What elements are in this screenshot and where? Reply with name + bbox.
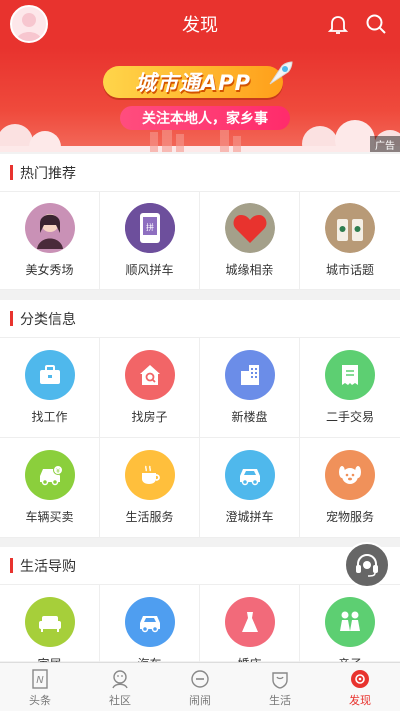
svg-text:拼: 拼 <box>146 222 154 232</box>
bottom-nav: N 头条 社区 闹闹 生活 发现 <box>0 662 400 711</box>
taxi-icon <box>224 450 275 500</box>
discover-icon <box>351 669 369 688</box>
grid-item-label: 二手交易 <box>325 410 374 424</box>
section-marker <box>10 165 13 180</box>
nav-label: 闹闹 <box>189 693 211 707</box>
page-title: 发现 <box>182 15 218 36</box>
banner-slogan: 关注本地人，家乡事 <box>120 106 290 130</box>
grid-item-find-house[interactable]: 找房子 <box>100 338 200 438</box>
svg-text:N: N <box>36 675 44 686</box>
sofa-icon <box>24 597 75 647</box>
grid-item-beauty-show[interactable]: 美女秀场 <box>0 192 100 290</box>
rocket-icon <box>266 61 293 88</box>
nav-label: 头条 <box>29 693 51 707</box>
section-header: 热门推荐 <box>0 154 400 192</box>
nav-item-chat[interactable]: 闹闹 <box>160 663 240 711</box>
life-icon <box>272 671 288 689</box>
grid-item-second-hand[interactable]: 二手交易 <box>300 338 400 438</box>
section-title: 生活导购 <box>20 558 76 575</box>
grid-item-label: 宠物服务 <box>325 510 374 524</box>
carpool-icon: 拼 <box>124 203 175 253</box>
section-marker <box>10 311 13 326</box>
coffee-topic-icon <box>325 203 375 253</box>
grid-item-new-building[interactable]: 新楼盘 <box>200 338 300 438</box>
grid-item-find-job[interactable]: 找工作 <box>0 338 100 438</box>
heart-date-icon <box>224 203 275 253</box>
briefcase-icon <box>24 350 75 400</box>
nav-item-news[interactable]: N 头条 <box>0 663 80 711</box>
nav-label: 发现 <box>349 693 371 707</box>
section-header: 生活导购 <box>0 547 400 585</box>
car-icon <box>124 597 175 647</box>
grid-item-label: 新楼盘 <box>231 410 268 424</box>
grid-item-car-trade[interactable]: ¥ 车辆买卖 <box>0 438 100 538</box>
nav-item-life[interactable]: 生活 <box>240 663 320 711</box>
grid-item-pet-service[interactable]: 宠物服务 <box>300 438 400 538</box>
grid-item-label: 找工作 <box>31 410 68 424</box>
top-header: 发现 <box>0 0 400 48</box>
news-icon: N <box>32 668 48 689</box>
building-icon <box>224 350 275 400</box>
ad-banner[interactable]: 城市通APP 关注本地人，家乡事 广告 <box>0 48 400 152</box>
grid-item-topic[interactable]: 城市话题 <box>300 192 400 290</box>
search-icon[interactable] <box>364 12 388 36</box>
nav-item-community[interactable]: 社区 <box>80 663 160 711</box>
nav-label: 社区 <box>109 693 131 707</box>
grid-item-label: 澄城拼车 <box>225 510 274 524</box>
beauty-show-icon <box>24 203 75 253</box>
grid-item-label: 找房子 <box>131 410 168 424</box>
section-title: 分类信息 <box>20 311 76 328</box>
banner-logo: 城市通APP <box>103 66 283 98</box>
user-avatar-icon <box>16 13 42 41</box>
bell-icon[interactable] <box>326 12 350 36</box>
headset-icon <box>356 553 378 577</box>
section-life-shopping: 生活导购 家居 汽车 婚庆 <box>0 547 400 685</box>
section-hot-recommend: 热门推荐 美女秀场 拼 顺风拼车 城缘相亲 城市话题 <box>0 154 400 290</box>
app-root: 发现 城市通APP 关注本地人，家乡事 广告 热门推荐 美女秀场 拼 顺风拼车 … <box>0 0 400 711</box>
customer-service-button[interactable] <box>344 542 390 588</box>
grid-item-date[interactable]: 城缘相亲 <box>200 192 300 290</box>
nav-item-discover[interactable]: 发现 <box>320 663 400 711</box>
parent-child-icon <box>325 597 375 647</box>
grid-item-life-service[interactable]: 生活服务 <box>100 438 200 538</box>
grid-item-label: 美女秀场 <box>25 263 74 277</box>
community-icon <box>112 669 128 688</box>
ad-tag: 广告 <box>370 136 400 152</box>
grid-item-label: 城缘相亲 <box>225 263 274 277</box>
banner-logo-text: 城市通APP <box>134 71 252 95</box>
car-sale-icon: ¥ <box>24 450 75 500</box>
dress-icon <box>224 597 275 647</box>
grid-item-label: 城市话题 <box>325 263 374 277</box>
grid-item-label: 车辆买卖 <box>25 510 74 524</box>
section-title: 热门推荐 <box>20 165 76 182</box>
chat-icon <box>191 669 209 688</box>
coffee-cup-icon <box>124 450 175 500</box>
grid-item-label: 生活服务 <box>125 510 174 524</box>
receipt-icon <box>325 350 375 400</box>
section-marker <box>10 558 13 573</box>
grid-item-city-carpool[interactable]: 澄城拼车 <box>200 438 300 538</box>
svg-text:¥: ¥ <box>56 468 60 475</box>
grid-item-carpool[interactable]: 拼 顺风拼车 <box>100 192 200 290</box>
section-classified: 分类信息 找工作 找房子 新楼盘 二手交易 ¥ 车辆买卖 生活服务 澄城拼车 宠… <box>0 300 400 538</box>
avatar[interactable] <box>10 5 48 43</box>
grid-item-label: 顺风拼车 <box>125 263 174 277</box>
section-header: 分类信息 <box>0 300 400 338</box>
nav-label: 生活 <box>269 693 291 707</box>
house-search-icon <box>124 350 175 400</box>
dog-icon <box>325 450 375 500</box>
